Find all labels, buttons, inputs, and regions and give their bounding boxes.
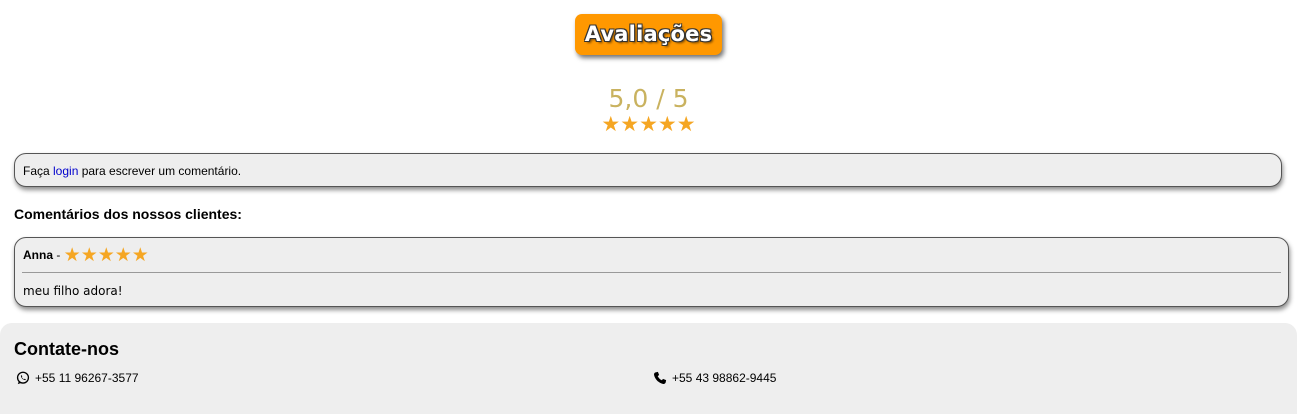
- reviews-page: Avaliações 5,0 / 5 ★★★★★ Faça login para…: [0, 0, 1297, 414]
- comment-rating-stars-icon: ★★★★★: [63, 245, 149, 266]
- average-rating-stars-icon: ★★★★★: [601, 113, 696, 136]
- login-link[interactable]: login: [53, 164, 78, 178]
- comment-author: Anna: [23, 248, 53, 262]
- reviews-title-badge[interactable]: Avaliações: [574, 14, 723, 55]
- phone-number: +55 43 98862-9445: [672, 371, 777, 385]
- login-prompt-prefix: Faça: [23, 164, 54, 178]
- comment-header: Anna - ★★★★★: [23, 244, 149, 267]
- comment-divider: [22, 272, 1281, 273]
- comment-card: Anna - ★★★★★ meu filho adora!: [14, 237, 1289, 307]
- comment-text: meu filho adora!: [23, 284, 123, 298]
- phone-icon: [654, 371, 667, 384]
- login-prompt-suffix: para escrever um comentário.: [78, 164, 242, 178]
- title-wrap: Avaliações: [0, 14, 1297, 55]
- whatsapp-icon: [16, 371, 30, 385]
- footer-title: Contate-nos: [14, 339, 119, 359]
- whatsapp-number: +55 11 96267-3577: [35, 371, 139, 385]
- contact-footer: Contate-nos +55 11 96267-3577 +55 43 988…: [0, 323, 1297, 414]
- phone-contact[interactable]: +55 43 98862-9445: [653, 371, 776, 385]
- comments-heading: Comentários dos nossos clientes:: [14, 206, 242, 222]
- average-score: 5,0 / 5: [608, 84, 689, 113]
- comment-separator: -: [53, 248, 64, 262]
- login-prompt-box: Faça login para escrever um comentário.: [14, 153, 1282, 187]
- whatsapp-contact[interactable]: +55 11 96267-3577: [16, 371, 139, 385]
